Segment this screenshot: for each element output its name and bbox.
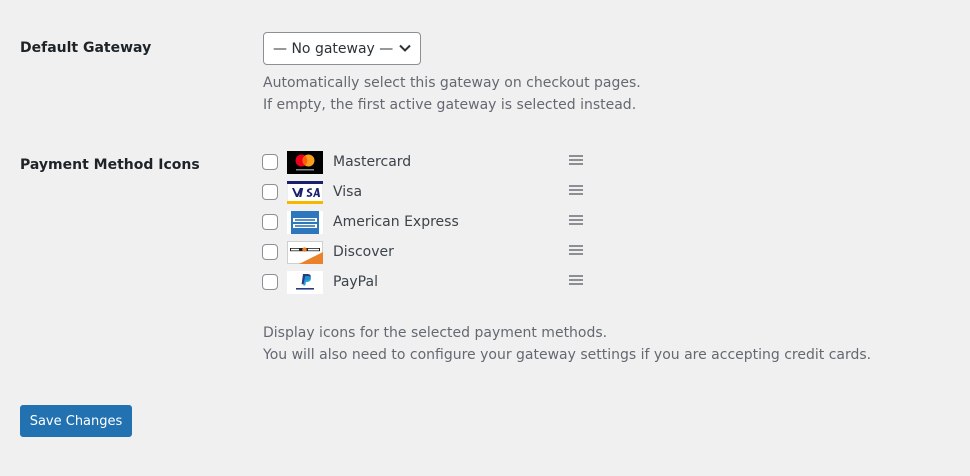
default-gateway-description: Automatically select this gateway on che… [263,72,641,116]
payment-method-row-amex: American Express [262,207,592,237]
payment-method-row-discover: Discover [262,237,592,267]
payment-method-row-paypal: PayPal [262,267,592,297]
discover-label: Discover [333,244,394,260]
drag-handle-icon[interactable] [569,245,583,257]
paypal-checkbox[interactable] [262,274,278,290]
mastercard-logo-icon [287,150,323,174]
visa-checkbox[interactable] [262,184,278,200]
amex-checkbox[interactable] [262,214,278,230]
payment-method-row-visa: Visa [262,177,592,207]
drag-handle-icon[interactable] [569,155,583,167]
default-gateway-select[interactable]: — No gateway — [263,32,421,65]
default-gateway-selected-value: — No gateway — [273,40,394,57]
paypal-label: PayPal [333,274,378,290]
save-changes-button[interactable]: Save Changes [20,405,132,437]
payment-method-icons-label: Payment Method Icons [20,157,200,173]
payment-method-row-mastercard: Mastercard [262,147,592,177]
drag-handle-icon[interactable] [569,185,583,197]
amex-logo-icon [287,210,323,234]
mastercard-checkbox[interactable] [262,154,278,170]
discover-checkbox[interactable] [262,244,278,260]
payment-method-icons-description: Display icons for the selected payment m… [263,322,871,366]
amex-label: American Express [333,214,459,230]
visa-label: Visa [333,184,363,200]
chevron-down-icon [399,44,411,52]
visa-logo-icon [287,180,323,204]
default-gateway-description-line: Automatically select this gateway on che… [263,75,641,91]
paypal-logo-icon [287,270,323,294]
payment-method-icons-description-line: You will also need to configure your gat… [263,347,872,363]
discover-logo-icon [287,240,323,264]
default-gateway-label: Default Gateway [20,40,152,56]
drag-handle-icon[interactable] [569,275,583,287]
mastercard-label: Mastercard [333,154,412,170]
drag-handle-icon[interactable] [569,215,583,227]
payment-method-list: Mastercard Visa American Express Discove… [262,147,592,297]
default-gateway-description-line: If empty, the first active gateway is se… [263,97,637,113]
payment-method-icons-description-line: Display icons for the selected payment m… [263,325,608,341]
